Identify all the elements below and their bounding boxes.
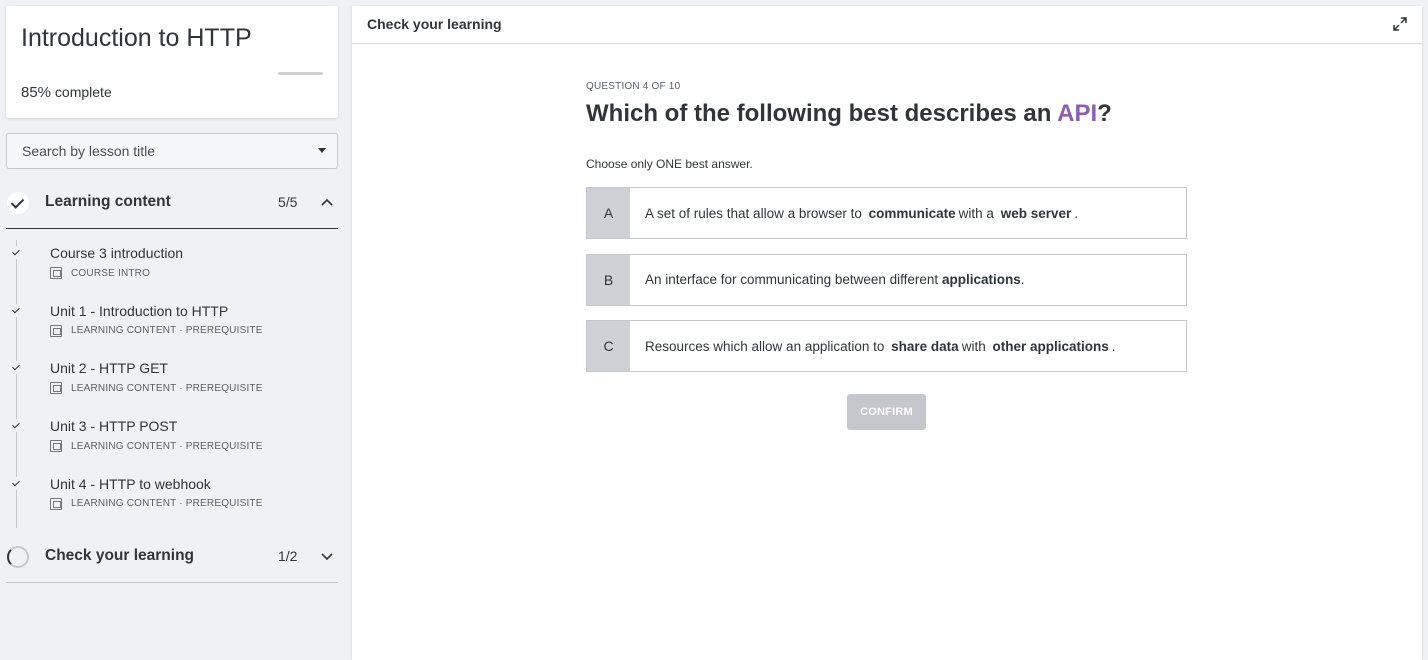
lesson-item[interactable]: Unit 2 - HTTP GET LEARNING CONTENT · PRE… [6, 355, 338, 414]
check-icon [10, 476, 23, 490]
section-count: 5/5 [278, 194, 298, 210]
answer-bold-part: communicate [868, 205, 956, 221]
answer-text-part: . [1020, 272, 1025, 287]
lesson-meta: COURSE INTRO [50, 267, 150, 279]
check-icon [10, 361, 23, 375]
progress-bar-fill [278, 72, 317, 75]
lesson-title[interactable]: Unit 2 - HTTP GET [50, 360, 168, 376]
check-learning-section-header[interactable]: Check your learning 1/2 [6, 531, 338, 583]
course-progress-card: Introduction to HTTP 85% complete [6, 6, 338, 118]
lesson-meta-text: LEARNING CONTENT · PREREQUISITE [71, 382, 263, 394]
lesson-title[interactable]: Course 3 introduction [50, 245, 183, 261]
check-icon [10, 246, 23, 259]
confirm-button[interactable]: CONFIRM [847, 394, 926, 430]
lesson-title[interactable]: Unit 4 - HTTP to webhook [50, 476, 211, 492]
answer-option-c[interactable]: C Resources which allow an application t… [586, 320, 1187, 372]
answer-text: Resources which allow an application to … [630, 321, 1116, 371]
learning-content-section-header[interactable]: Learning content 5/5 [6, 177, 338, 229]
progress-bar [278, 72, 323, 75]
answer-text-part: with [961, 338, 986, 354]
answer-text: An interface for communicating between d… [630, 255, 1024, 305]
lesson-item[interactable]: Unit 3 - HTTP POST LEARNING CONTENT · PR… [6, 413, 338, 471]
answer-instruction: Choose only ONE best answer. [586, 157, 753, 171]
answer-option-a[interactable]: A A set of rules that allow a browser to… [586, 187, 1187, 239]
content-icon [50, 440, 62, 453]
lesson-meta-text: LEARNING CONTENT · PREREQUISITE [71, 325, 263, 337]
quiz-content: QUESTION 4 OF 10 Which of the following … [586, 81, 1187, 430]
lesson-item[interactable]: Unit 1 - Introduction to HTTP LEARNING C… [6, 297, 338, 356]
quiz-panel: Check your learning QUESTION 4 OF 10 Whi… [352, 6, 1422, 660]
topbar-title: Check your learning [367, 16, 502, 32]
course-sidebar: Introduction to HTTP 85% complete Search… [0, 0, 344, 660]
answer-bold-part: other applications [992, 338, 1109, 354]
answer-bold-part: share data [891, 338, 959, 354]
answer-text-part: . [1111, 338, 1116, 354]
answer-text: A set of rules that allow a browser to c… [630, 188, 1078, 238]
document-icon [50, 267, 62, 279]
content-icon [50, 382, 62, 395]
progress-complete-label: complete [54, 84, 112, 100]
content-icon [50, 497, 62, 510]
lesson-list: Course 3 introduction COURSE INTRO Unit … [6, 240, 338, 529]
lesson-item[interactable]: Unit 4 - HTTP to webhook LEARNING CONTEN… [6, 470, 338, 529]
progress-text: 85% complete [21, 84, 112, 101]
answer-bold-part: web server [1000, 205, 1072, 221]
answer-letter: A [587, 188, 630, 238]
lesson-meta: LEARNING CONTENT · PREREQUISITE [50, 440, 263, 453]
lesson-meta: LEARNING CONTENT · PREREQUISITE [50, 497, 263, 510]
search-placeholder: Search by lesson title [22, 143, 156, 159]
answer-list: A A set of rules that allow a browser to… [586, 187, 1187, 372]
answer-text-part: Resources which allow an application to [645, 338, 885, 354]
section-label: Learning content [45, 193, 171, 210]
lesson-search-select[interactable]: Search by lesson title [6, 133, 338, 169]
question-post: ? [1097, 100, 1112, 127]
answer-option-b[interactable]: B An interface for communicating between… [586, 253, 1187, 306]
lesson-title[interactable]: Unit 3 - HTTP POST [50, 418, 177, 434]
progress-circle-icon [7, 546, 29, 568]
caret-down-icon [318, 148, 326, 153]
question-text: Which of the following best describes an… [586, 100, 1187, 128]
question-pre: Which of the following best describes an [586, 100, 1058, 127]
answer-bold-part: applications [941, 272, 1021, 287]
answer-text-part: A set of rules that allow a browser to [645, 205, 862, 221]
answer-text-part: An interface for communicating between d… [645, 272, 939, 287]
answer-letter: B [587, 254, 630, 305]
content-icon [50, 324, 62, 337]
section-count: 1/2 [278, 548, 298, 564]
progress-percent: 85% [21, 84, 52, 101]
quiz-topbar: Check your learning [352, 6, 1422, 44]
course-title: Introduction to HTTP [21, 24, 252, 52]
lesson-meta: LEARNING CONTENT · PREREQUISITE [50, 324, 263, 337]
section-label: Check your learning [45, 547, 195, 564]
lesson-meta-text: LEARNING CONTENT · PREREQUISITE [71, 440, 263, 452]
lesson-item[interactable]: Course 3 introduction COURSE INTRO [6, 240, 338, 298]
question-number: QUESTION 4 OF 10 [586, 81, 681, 92]
check-circle-icon [7, 192, 29, 214]
lesson-meta: LEARNING CONTENT · PREREQUISITE [50, 382, 263, 395]
chevron-down-icon[interactable] [320, 549, 334, 563]
check-icon [10, 303, 23, 317]
lesson-title[interactable]: Unit 1 - Introduction to HTTP [50, 303, 228, 319]
expand-icon[interactable] [1392, 16, 1408, 32]
lesson-meta-text: COURSE INTRO [71, 267, 151, 279]
chevron-up-icon[interactable] [320, 195, 334, 209]
lesson-meta-text: LEARNING CONTENT · PREREQUISITE [71, 498, 263, 510]
answer-letter: C [587, 321, 630, 371]
answer-text-part: with a [958, 205, 994, 221]
check-icon [10, 419, 23, 433]
answer-text-part: . [1074, 205, 1079, 221]
question-highlight: API [1057, 100, 1098, 127]
